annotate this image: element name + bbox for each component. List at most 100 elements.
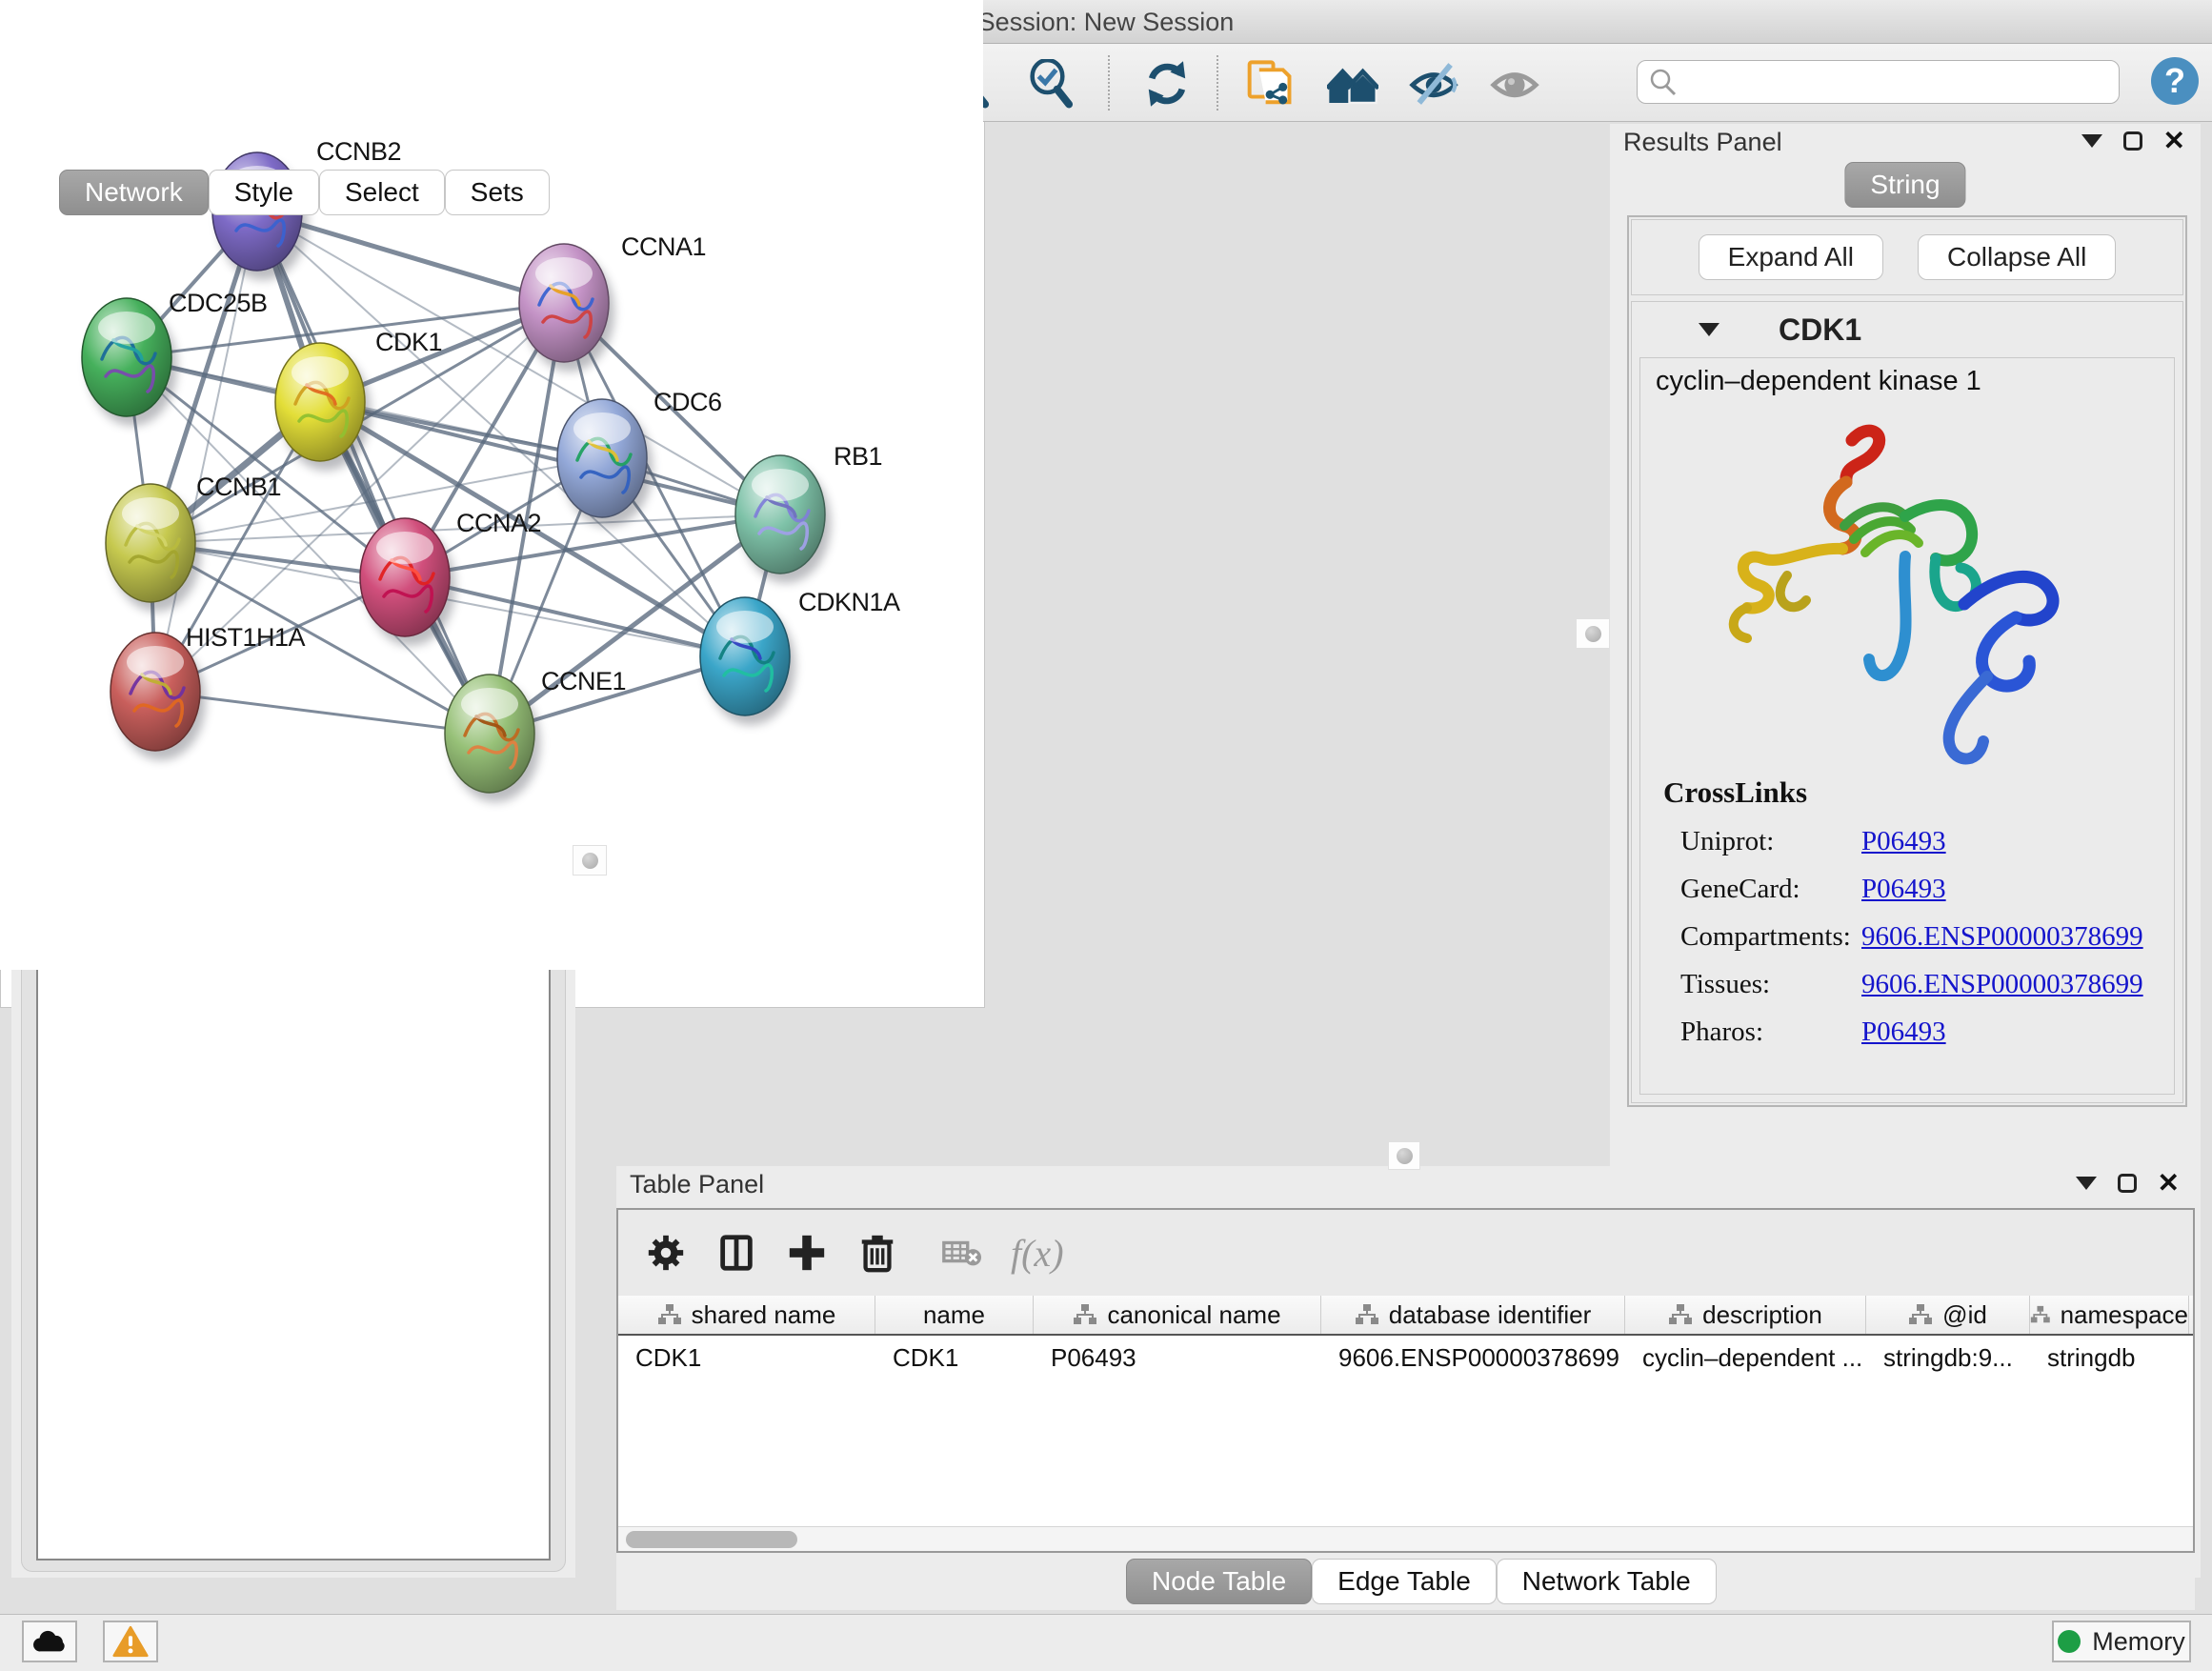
node-CCNA2[interactable] [360, 518, 455, 646]
crosslink-link[interactable]: 9606.ENSP00000378699 [1861, 921, 2143, 953]
tab-select[interactable]: Select [319, 170, 445, 215]
table-cell[interactable]: stringdb [2030, 1343, 2189, 1373]
right-splitter-handle[interactable] [1576, 618, 1610, 649]
table-panel: Table Panel ✕ [616, 1166, 2195, 1610]
crosslink-label: Tissues: [1680, 969, 1861, 1000]
table-row[interactable]: CDK1CDK1P064939606.ENSP00000378699cyclin… [618, 1336, 2193, 1379]
column-header-name[interactable]: name [875, 1296, 1034, 1334]
search-box[interactable] [1637, 60, 2120, 104]
cloud-icon [30, 1627, 69, 1656]
delete-column-trash-icon[interactable] [856, 1232, 898, 1274]
application-window: Session: New Session [0, 0, 2212, 1671]
toolbar-divider [1217, 55, 1218, 111]
create-column-plus-icon[interactable] [786, 1232, 828, 1274]
home-button[interactable] [1326, 57, 1379, 111]
first-neighbors-button[interactable] [1242, 57, 1296, 111]
documents-network-icon [1244, 59, 1294, 109]
show-columns-icon[interactable] [715, 1232, 757, 1274]
table-cell[interactable]: 9606.ENSP00000378699 [1321, 1343, 1625, 1373]
collapse-all-button[interactable]: Collapse All [1918, 234, 2116, 280]
edge-CCNB2-HIST1H1A[interactable] [155, 211, 257, 692]
float-panel-icon[interactable] [2123, 131, 2142, 151]
eye-icon [1489, 58, 1540, 110]
edge-CCNB2-CCNE1[interactable] [257, 211, 490, 734]
node-table-header: shared name name canonical name database id… [618, 1296, 2193, 1336]
table-cell[interactable]: CDK1 [618, 1343, 875, 1373]
gene-expander-icon[interactable] [1699, 323, 1719, 336]
results-panel-title: Results Panel [1623, 128, 1782, 157]
scrollbar-thumb[interactable] [626, 1531, 797, 1548]
table-cell[interactable]: P06493 [1034, 1343, 1321, 1373]
node-RB1[interactable] [735, 455, 831, 583]
table-options-gear-icon[interactable] [645, 1232, 687, 1274]
node-HIST1H1A[interactable] [111, 633, 206, 760]
show-all-button[interactable] [1488, 57, 1541, 111]
column-header-label: canonical name [1107, 1300, 1280, 1330]
bottom-splitter-handle[interactable] [1388, 1141, 1420, 1170]
warnings-button[interactable] [103, 1621, 158, 1662]
column-type-icon [2030, 1303, 2051, 1326]
edge-CCNA2-CDKN1A[interactable] [405, 577, 745, 656]
node-label-CCNE1: CCNE1 [541, 667, 626, 695]
node-label-HIST1H1A: HIST1H1A [186, 623, 306, 652]
column-header-namespace[interactable]: namespace [2030, 1296, 2189, 1334]
column-header-@id[interactable]: @id [1866, 1296, 2030, 1334]
expand-all-button[interactable]: Expand All [1699, 234, 1883, 280]
table-cell[interactable]: CDK1 [875, 1343, 1034, 1373]
panel-menu-icon[interactable] [2081, 134, 2102, 148]
node-CDKN1A[interactable] [700, 597, 795, 725]
column-header-label: name [923, 1300, 985, 1330]
column-header-description[interactable]: description [1625, 1296, 1866, 1334]
network-view-panel: CCNB2CCNA1CDC25BCDK1CDC6RB1CCNB1CCNA2CDK… [0, 0, 985, 1008]
table-cell[interactable]: stringdb:9... [1866, 1343, 2030, 1373]
node-CDK1[interactable] [275, 343, 371, 471]
close-panel-icon[interactable]: ✕ [2163, 131, 2185, 151]
table-horizontal-scrollbar[interactable] [618, 1526, 2193, 1551]
column-header-label: database identifier [1389, 1300, 1591, 1330]
search-input[interactable] [1687, 67, 2107, 98]
tab-node-table[interactable]: Node Table [1126, 1559, 1312, 1604]
zoom-selected-button[interactable] [1025, 57, 1078, 111]
node-table[interactable]: shared name name canonical name database id… [618, 1296, 2193, 1524]
crosslink-link[interactable]: P06493 [1861, 1017, 1946, 1048]
crosslinks-section: CrossLinks Uniprot:P06493GeneCard:P06493… [1663, 775, 2159, 1048]
table-toolbar: f(x) [618, 1210, 2193, 1296]
column-header-database-identifier[interactable]: database identifier [1321, 1296, 1625, 1334]
close-panel-icon[interactable]: ✕ [2158, 1174, 2180, 1193]
apply-layout-button[interactable] [1140, 57, 1194, 111]
houses-icon [1327, 58, 1378, 110]
node-label-RB1: RB1 [834, 442, 882, 471]
tab-string[interactable]: String [1844, 162, 1965, 208]
memory-status-button[interactable]: Memory [2052, 1621, 2191, 1662]
panel-menu-icon[interactable] [2076, 1177, 2097, 1190]
column-header-shared-name[interactable]: shared name [618, 1296, 875, 1334]
node-label-CCNA2: CCNA2 [456, 509, 541, 537]
tab-style[interactable]: Style [209, 170, 319, 215]
gene-section-header[interactable]: CDK1 [1632, 302, 2182, 357]
crosslink-link[interactable]: P06493 [1861, 874, 1946, 905]
hide-selected-button[interactable] [1407, 57, 1460, 111]
float-panel-icon[interactable] [2118, 1174, 2137, 1193]
tab-edge-table[interactable]: Edge Table [1312, 1559, 1497, 1604]
crosslink-label: Pharos: [1680, 1017, 1861, 1048]
tab-sets[interactable]: Sets [445, 170, 550, 215]
eye-slash-icon [1408, 58, 1459, 110]
gene-name: CDK1 [1779, 312, 1861, 348]
node-CCNE1[interactable] [445, 674, 540, 802]
delete-table-icon[interactable] [940, 1232, 982, 1274]
help-button[interactable]: ? [2151, 57, 2199, 105]
network-canvas[interactable]: CCNB2CCNA1CDC25BCDK1CDC6RB1CCNB1CCNA2CDK… [0, 0, 983, 970]
node-CCNB1[interactable] [106, 484, 201, 612]
function-builder-icon[interactable]: f(x) [1011, 1231, 1064, 1276]
node-CDC6[interactable] [557, 399, 653, 527]
automation-cloud-button[interactable] [22, 1621, 77, 1662]
table-cell[interactable]: cyclin–dependent ... [1625, 1343, 1866, 1373]
node-label-CDKN1A: CDKN1A [798, 588, 900, 616]
crosslink-link[interactable]: 9606.ENSP00000378699 [1861, 969, 2143, 1000]
crosslink-link[interactable]: P06493 [1861, 826, 1946, 857]
toolbar-divider [1108, 55, 1110, 111]
left-splitter-handle[interactable] [573, 845, 607, 876]
tab-network-table[interactable]: Network Table [1497, 1559, 1717, 1604]
column-header-canonical-name[interactable]: canonical name [1034, 1296, 1321, 1334]
tab-network[interactable]: Network [59, 170, 209, 215]
